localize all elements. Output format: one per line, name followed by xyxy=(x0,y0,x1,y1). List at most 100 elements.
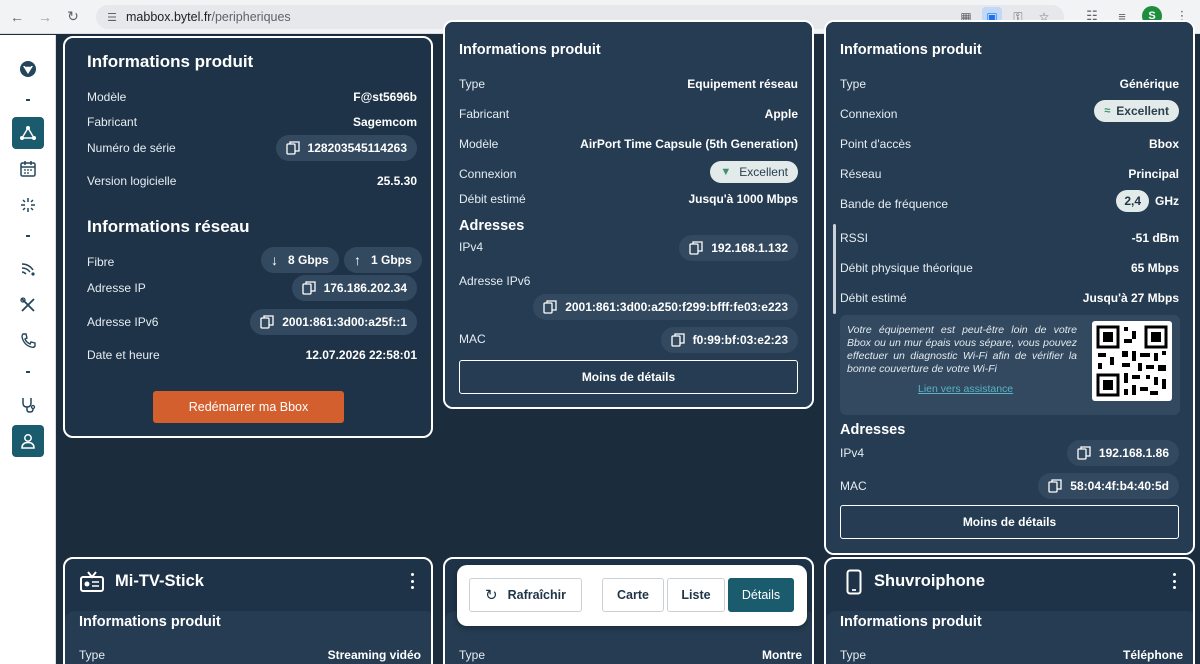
ipv4-label: IPv4 xyxy=(459,240,484,254)
restart-bbox-button[interactable]: Redémarrer ma Bbox xyxy=(153,391,344,423)
map-view-button[interactable]: Carte xyxy=(602,578,664,612)
stethoscope-icon[interactable] xyxy=(12,389,44,421)
more-options-icon[interactable] xyxy=(409,573,415,589)
ipv6-copy-chip[interactable]: 2001:861:3d00:a250:f299:bfff:fe03:e223 xyxy=(533,294,798,320)
reseau-label: Réseau xyxy=(840,167,882,181)
reload-icon[interactable]: ↻ xyxy=(62,6,84,28)
scroll-indicator[interactable] xyxy=(833,224,836,314)
generic-device-card: Informations produit Type Générique Conn… xyxy=(824,20,1195,555)
sidebar-divider xyxy=(26,235,30,237)
ipv4-copy-chip[interactable]: 192.168.1.132 xyxy=(679,235,798,261)
connexion-label: Connexion xyxy=(840,107,898,121)
band-group: 2,4 GHz xyxy=(1116,190,1179,212)
url-domain: mabbox.bytel.fr xyxy=(126,10,212,24)
row-label: Type xyxy=(459,77,486,91)
debit-label: Débit estimé xyxy=(459,192,526,206)
network-devices-icon[interactable] xyxy=(12,117,44,149)
bbox-card: Informations produit Modèle F@st5696b Fa… xyxy=(63,36,433,438)
date-label: Date et heure xyxy=(87,348,160,362)
row-label: Version logicielle xyxy=(87,174,177,188)
reseau-value: Principal xyxy=(1128,167,1179,181)
ipv4-value: 192.168.1.132 xyxy=(711,241,788,255)
type-value: Générique xyxy=(1119,77,1179,91)
mi-tv-stick-card: Mi-TV-Stick Informations produit Type St… xyxy=(63,557,433,664)
type-value: Montre xyxy=(762,648,802,662)
bytel-logo-icon[interactable] xyxy=(12,53,44,85)
ipv6-value: 2001:861:3d00:a25f::1 xyxy=(282,315,407,329)
details-view-button[interactable]: Détails xyxy=(728,578,794,612)
back-icon[interactable]: ← xyxy=(6,6,28,28)
ipv4-label: IPv4 xyxy=(840,446,865,460)
row-label: Modèle xyxy=(87,90,127,104)
refresh-button[interactable]: ↻ Rafraîchir xyxy=(469,578,582,612)
wifi-signal-icon[interactable] xyxy=(12,253,44,285)
section-title-product: Informations produit xyxy=(79,614,221,630)
debit-value: Jusqu'à 27 Mbps xyxy=(1082,291,1179,305)
fibre-download-chip: ↓ 8 Gbps xyxy=(261,247,339,273)
row-label: Numéro de série xyxy=(87,141,176,155)
sidebar-divider xyxy=(26,371,30,373)
rssi-value: -51 dBm xyxy=(1131,231,1179,245)
section-title-product: Informations produit xyxy=(840,42,982,58)
site-settings-icon[interactable]: ☰ xyxy=(104,9,120,25)
magic-wand-icon[interactable] xyxy=(12,189,44,221)
ipv4-copy-chip[interactable]: 192.168.1.86 xyxy=(1066,440,1179,466)
more-options-icon[interactable] xyxy=(1171,573,1177,589)
qr-code xyxy=(1092,321,1172,401)
less-details-button[interactable]: Moins de détails xyxy=(840,505,1179,539)
ipv6-value: 2001:861:3d00:a250:f299:bfff:fe03:e223 xyxy=(565,300,788,314)
mac-label: MAC xyxy=(459,332,486,346)
band-value-chip: 2,4 xyxy=(1116,190,1149,212)
mac-value: 58:04:4f:b4:40:5d xyxy=(1070,479,1169,493)
less-details-button[interactable]: Moins de détails xyxy=(459,360,798,394)
serial-number-value: 128203545114263 xyxy=(307,141,407,155)
device-name: Mi-TV-Stick xyxy=(115,572,204,590)
fibre-label: Fibre xyxy=(87,255,115,269)
ipv4-value: 192.168.1.86 xyxy=(1098,446,1169,460)
ip-copy-chip[interactable]: 176.186.202.34 xyxy=(291,275,417,301)
device-name: Shuvroiphone xyxy=(874,572,985,590)
forward-icon[interactable]: → xyxy=(34,6,56,28)
list-view-button[interactable]: Liste xyxy=(667,578,725,612)
copy-icon xyxy=(543,300,557,314)
section-title-addresses: Adresses xyxy=(840,422,906,438)
shuvroiphone-card: Shuvroiphone Informations produit Type T… xyxy=(824,557,1195,664)
calendar-icon[interactable] xyxy=(12,153,44,185)
section-title-product: Informations produit xyxy=(87,52,254,71)
serial-number-copy-chip[interactable]: 128203545114263 xyxy=(275,135,417,161)
row-value: 25.5.30 xyxy=(376,174,417,188)
copy-icon xyxy=(260,315,274,329)
row-value: Sagemcom xyxy=(352,115,417,129)
qr-code-image xyxy=(1096,325,1168,397)
refresh-label: Rafraîchir xyxy=(507,588,566,602)
debit-value: Jusqu'à 1000 Mbps xyxy=(688,192,798,206)
copy-icon xyxy=(1077,446,1091,460)
type-label: Type xyxy=(840,648,867,662)
sidebar xyxy=(0,35,56,664)
ipv6-copy-chip[interactable]: 2001:861:3d00:a25f::1 xyxy=(250,309,417,335)
access-point-label: Point d'accès xyxy=(840,137,911,151)
connexion-value: Excellent xyxy=(1116,104,1169,118)
info-text: Votre équipement est peut-être loin de v… xyxy=(847,324,1077,375)
copy-icon xyxy=(285,141,300,155)
row-value: Equipement réseau xyxy=(687,77,798,91)
row-value: F@st5696b xyxy=(353,90,417,104)
ipv6-label: Adresse IPv6 xyxy=(87,315,159,329)
phone-icon[interactable] xyxy=(12,325,44,357)
fibre-upload-value: 1 Gbps xyxy=(371,253,412,267)
copy-icon xyxy=(1048,479,1062,493)
assistance-link[interactable]: Lien vers assistance xyxy=(918,383,1013,395)
arrow-up-icon: ↑ xyxy=(354,252,361,268)
tools-icon[interactable] xyxy=(12,289,44,321)
connexion-label: Connexion xyxy=(459,167,517,181)
wifi-diagnostic-info-box: Votre équipement est peut-être loin de v… xyxy=(840,315,1180,415)
mac-copy-chip[interactable]: 58:04:4f:b4:40:5d xyxy=(1038,473,1179,499)
connexion-badge: ≈ Excellent xyxy=(1094,100,1179,122)
mac-copy-chip[interactable]: f0:99:bf:03:e2:23 xyxy=(660,327,798,353)
section-title-product: Informations produit xyxy=(459,42,601,58)
section-title-addresses: Adresses xyxy=(459,218,525,234)
rssi-label: RSSI xyxy=(840,231,869,245)
row-value: Apple xyxy=(764,107,798,121)
account-user-icon[interactable] xyxy=(12,425,44,457)
copy-icon xyxy=(689,241,703,255)
